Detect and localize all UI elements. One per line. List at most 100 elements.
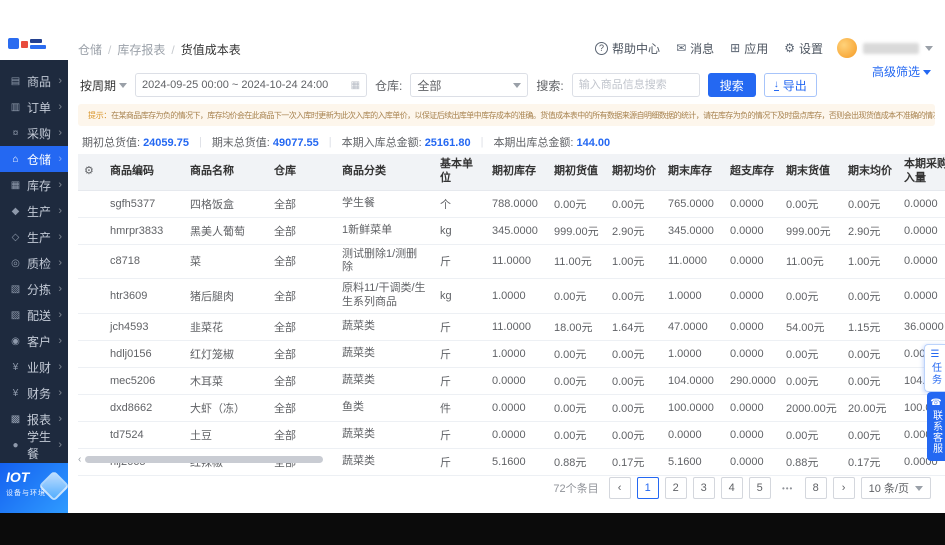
sidebar-item[interactable]: ◇ 生产 ›: [0, 224, 68, 250]
chevron-right-icon: ›: [58, 257, 62, 269]
summary-divider: |: [328, 136, 332, 148]
cell: 1.64元: [606, 313, 662, 341]
breadcrumb-item[interactable]: 库存报表: [117, 41, 165, 58]
cell: 0.0000: [486, 367, 548, 395]
app-window: 仓储 / 库存报表 / 货值成本表 ? 帮助中心 ✉ 消息 ⊞ 应用 ⚙ 设置 ▤ 商品 › ▥ 订单 › ¤ 采购…: [0, 0, 945, 513]
column-header: 超支库存: [724, 154, 780, 191]
chevron-right-icon: ›: [58, 127, 62, 139]
header-action-message[interactable]: ✉ 消息: [676, 40, 714, 57]
page-size-select[interactable]: 10 条/页: [860, 477, 931, 499]
sidebar-item[interactable]: ◆ 生产 ›: [0, 198, 68, 224]
sidebar-item[interactable]: ▧ 分拣 ›: [0, 276, 68, 302]
header-action-apps[interactable]: ⊞ 应用: [730, 40, 768, 57]
cell: 11.0000: [662, 244, 724, 279]
summary-label: 期初总货值:: [82, 137, 141, 149]
column-settings-icon[interactable]: ⚙: [78, 154, 104, 191]
chevron-right-icon: ›: [58, 205, 62, 217]
chevron-down-icon: [513, 82, 522, 92]
cell: td7524: [104, 421, 184, 449]
cell: 11.00元: [548, 244, 606, 279]
sidebar-item[interactable]: ¤ 采购 ›: [0, 120, 68, 146]
summary-label: 本期入库总金额:: [341, 137, 422, 149]
sidebar-item[interactable]: ● 学生餐 ›: [0, 430, 68, 461]
apps-icon: ⊞: [730, 41, 741, 55]
cell: 999.00元: [548, 217, 606, 245]
sidebar-item[interactable]: ▦ 库存 ›: [0, 172, 68, 198]
row-gutter: [78, 313, 104, 341]
page-button[interactable]: 3: [692, 477, 715, 499]
cell: 765.0000: [662, 190, 724, 218]
cell: kg: [434, 217, 486, 245]
top-header: 仓储 / 库存报表 / 货值成本表 ? 帮助中心 ✉ 消息 ⊞ 应用 ⚙ 设置: [0, 0, 945, 60]
search-button[interactable]: 搜索: [707, 73, 756, 97]
advanced-filter-toggle[interactable]: 高级筛选: [872, 63, 931, 80]
cell: 1.15元: [842, 313, 898, 341]
sidebar-item[interactable]: ▥ 订单 ›: [0, 94, 68, 120]
cell: 0.0000: [898, 278, 945, 314]
sidebar-item[interactable]: ◎ 质检 ›: [0, 250, 68, 276]
page-button[interactable]: 5: [748, 477, 771, 499]
row-gutter: [78, 421, 104, 449]
header-actions: ? 帮助中心 ✉ 消息 ⊞ 应用 ⚙ 设置: [595, 40, 823, 57]
settings-icon: ⚙: [784, 41, 795, 55]
cell: 个: [434, 190, 486, 218]
header-action-help[interactable]: ? 帮助中心: [595, 40, 660, 57]
summary-label: 本期出库总金额:: [493, 137, 574, 149]
sidebar-item[interactable]: ▨ 配送 ›: [0, 302, 68, 328]
cell: 1新鲜菜单: [336, 217, 434, 245]
sidebar: ▤ 商品 › ▥ 订单 › ¤ 采购 › ⌂ 仓储 › ▦ 库存 › ◆ 生产 › ◇ 生产 › ◎ 质检 › ▧ 分拣 › ▨ 配送 ›…: [0, 60, 68, 513]
page-button[interactable]: 8: [804, 477, 827, 499]
logo-block-blue: [8, 38, 19, 49]
notice-bar: 提示： 在某商品库存为负的情况下，库存均价会在此商品下一次入库时更新为此次入库的…: [78, 104, 935, 126]
cell: 0.00元: [606, 421, 662, 449]
table-header-row: ⚙ 商品编码 商品名称 仓库 商品分类 基本单位 期初库存 期初货值 期初均价 期末库存 超支库存期…: [78, 154, 945, 191]
cell: 木耳菜: [184, 367, 268, 395]
menu-icon: ◆: [11, 205, 20, 217]
chevron-right-icon: ›: [58, 439, 62, 451]
scrollbar-track[interactable]: [85, 456, 935, 463]
next-page-button[interactable]: ›: [832, 477, 855, 499]
search-input[interactable]: [571, 73, 700, 97]
sidebar-item-label: 学生餐: [27, 430, 52, 461]
pagination: 72个条目 ‹ 1 2 3 4 5 ••• 8 › 10 条/页: [553, 477, 931, 499]
date-range-input[interactable]: 2024-09-25 00:00 ~ 2024-10-24 24:00 ▦: [135, 73, 368, 97]
contact-support-button[interactable]: ☎ 联系客服: [927, 392, 945, 461]
sidebar-item[interactable]: ¥ 业财 ›: [0, 354, 68, 380]
page-button[interactable]: 1: [636, 477, 659, 499]
task-panel-toggle[interactable]: ☰ 任务: [924, 344, 945, 392]
breadcrumb-item[interactable]: 仓储: [78, 41, 102, 58]
scrollbar-thumb[interactable]: [85, 456, 324, 463]
cell: 47.0000: [662, 313, 724, 341]
chevron-down-icon: [923, 69, 931, 79]
prev-page-button[interactable]: ‹: [608, 477, 631, 499]
cell: hdlj0156: [104, 340, 184, 368]
summary-divider: |: [480, 136, 484, 148]
cell: 斤: [434, 421, 486, 449]
row-gutter: [78, 367, 104, 395]
export-button[interactable]: ↓ 导出: [763, 73, 817, 97]
cell: 0.00元: [780, 367, 842, 395]
sidebar-item[interactable]: ◉ 客户 ›: [0, 328, 68, 354]
breadcrumb-item: 货值成本表: [180, 43, 241, 57]
page-button[interactable]: 2: [664, 477, 687, 499]
scroll-left-icon[interactable]: ‹: [78, 455, 81, 465]
header-action-settings[interactable]: ⚙ 设置: [784, 40, 823, 57]
column-header: 商品名称: [184, 154, 268, 191]
cell: dxd8662: [104, 394, 184, 422]
user-menu[interactable]: [837, 38, 933, 58]
warehouse-select[interactable]: 全部: [410, 73, 529, 97]
page-button[interactable]: 4: [720, 477, 743, 499]
sidebar-item[interactable]: ¥ 财务 ›: [0, 380, 68, 406]
filter-bar: 按周期 2024-09-25 00:00 ~ 2024-10-24 24:00 …: [80, 73, 817, 97]
period-select[interactable]: 按周期: [80, 77, 128, 94]
menu-icon: ▤: [10, 75, 21, 87]
cell: 0.0000: [662, 421, 724, 449]
table-container: ⚙ 商品编码 商品名称 仓库 商品分类 基本单位 期初库存 期初货值 期初均价 期末库存 超支库存期…: [78, 154, 945, 476]
sidebar-item[interactable]: ⌂ 仓储 ›: [0, 146, 68, 172]
header-right: ? 帮助中心 ✉ 消息 ⊞ 应用 ⚙ 设置: [595, 38, 933, 58]
cell: 0.00元: [548, 367, 606, 395]
cell: 0.0000: [724, 278, 780, 314]
sidebar-item[interactable]: ▤ 商品 ›: [0, 68, 68, 94]
sidebar-item-label: 质检: [27, 256, 52, 271]
main-content: 高级筛选 按周期 2024-09-25 00:00 ~ 2024-10-24 2…: [68, 60, 945, 513]
